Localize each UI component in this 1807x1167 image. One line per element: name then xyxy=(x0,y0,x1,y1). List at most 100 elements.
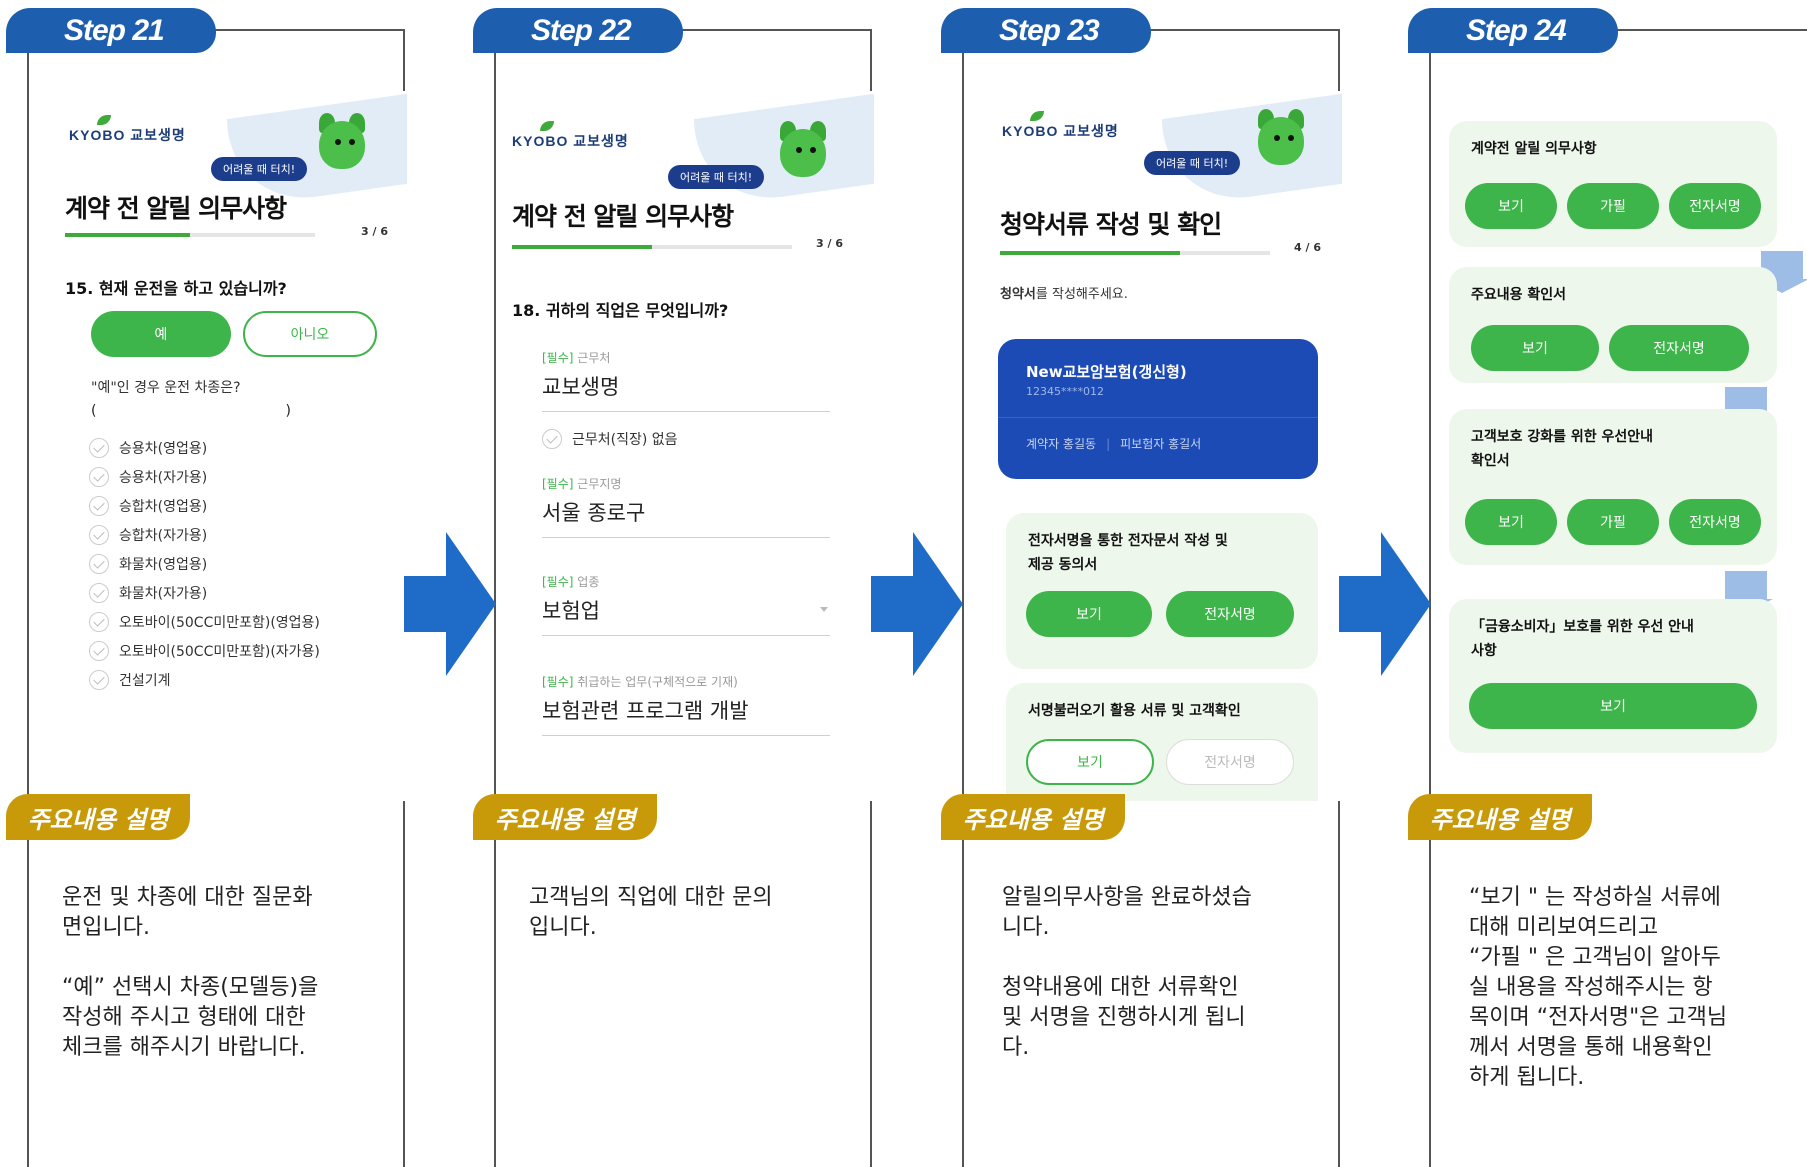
view-button[interactable]: 보기 xyxy=(1465,499,1557,545)
yes-button[interactable]: 예 xyxy=(91,311,231,357)
duty-input[interactable]: 보험관련 프로그램 개발 xyxy=(542,695,749,725)
help-touch-button[interactable]: 어려울 때 터치! xyxy=(668,165,765,189)
doc-card-3: 고객보호 강화를 위한 우선안내 확인서 보기 가필 전자서명 xyxy=(1449,409,1777,565)
field-label-industry: [필수] 업종 xyxy=(542,575,600,589)
card-title: 고객보호 강화를 위한 우선안내 확인서 xyxy=(1471,429,1654,469)
field-underline xyxy=(542,735,830,736)
page-title: 계약 전 알릴 의무사항 xyxy=(512,202,734,231)
option-motorcycle-private[interactable]: 오토바이(50CC미만포함)(자가용) xyxy=(89,641,320,661)
step23-description: 알릴의무사항을 완료하셨습 니다. 청약내용에 대한 서류확인 및 서명을 진행… xyxy=(1002,883,1302,1093)
e-sign-button[interactable]: 전자서명 xyxy=(1609,325,1749,371)
e-sign-button[interactable]: 전자서명 xyxy=(1166,591,1294,637)
step24-screen: 계약전 알릴 의무사항 보기 가필 전자서명 주요내용 확인서 보기 전자서명 … xyxy=(1431,91,1807,791)
option-truck-private[interactable]: 화물차(자가용) xyxy=(89,583,207,603)
contractor-info: 계약자 홍길동 | 피보험자 홍길서 xyxy=(1026,437,1202,451)
down-arrow-icon xyxy=(1719,571,1773,613)
step24-description: “보기 " 는 작성하실 서류에 대해 미리보여드리고 “가필 " 은 고객님이… xyxy=(1469,883,1789,1123)
step-panel-22: KYOBO 교보생명 어려울 때 터치! 계약 전 알릴 의무사항 3 / 6 … xyxy=(494,29,874,1167)
progress-bar xyxy=(65,233,315,237)
desc-tag-24: 주요내용 설명 xyxy=(1408,794,1592,840)
right-arrow-icon xyxy=(1339,532,1431,676)
check-circle-icon xyxy=(89,670,109,690)
help-touch-button[interactable]: 어려울 때 터치! xyxy=(1144,151,1241,175)
question-text: 15. 현재 운전을 하고 있습니까? xyxy=(65,279,287,298)
view-button[interactable]: 보기 xyxy=(1469,683,1757,729)
desc-tag-23: 주요내용 설명 xyxy=(941,794,1125,840)
step21-screen: KYOBO 교보생명 어려울 때 터치! 계약 전 알릴 의무사항 3 / 6 … xyxy=(29,91,407,801)
field-underline xyxy=(542,537,830,538)
step-panel-23: KYOBO 교보생명 어려울 때 터치! 청약서류 작성 및 확인 4 / 6 … xyxy=(962,29,1342,1167)
step-panel-21: KYOBO 교보생명 어려울 때 터치! 계약 전 알릴 의무사항 3 / 6 … xyxy=(27,29,407,1167)
option-sedan-commercial[interactable]: 승용차(영업용) xyxy=(89,438,207,458)
logo-text: KYOBO 교보생명 xyxy=(512,133,629,149)
bracket-close: ) xyxy=(285,403,291,419)
signature-load-card: 서명불러오기 활용 서류 및 고객확인 보기 전자서명 xyxy=(1006,683,1318,801)
option-van-commercial[interactable]: 승합차(영업용) xyxy=(89,496,207,516)
check-circle-icon xyxy=(542,429,562,449)
field-label-location: [필수] 근무지명 xyxy=(542,477,622,491)
desc-paragraph: “예” 선택시 차종(모델등)을 작성해 주시고 형태에 대한 체크를 해주시기… xyxy=(62,975,319,1060)
industry-select[interactable]: 보험업 xyxy=(542,595,600,625)
vehicle-model-input[interactable]: ( ) xyxy=(91,403,291,419)
view-button[interactable]: 보기 xyxy=(1471,325,1599,371)
card-title: 「금융소비자」보호를 위한 우선 안내 사항 xyxy=(1471,619,1694,659)
view-button[interactable]: 보기 xyxy=(1026,739,1154,785)
help-touch-button[interactable]: 어려울 때 터치! xyxy=(211,157,308,181)
desc-paragraph: “보기 " 는 작성하실 서류에 대해 미리보여드리고 “가필 " 은 고객님이… xyxy=(1469,885,1728,1090)
desc-tag-21: 주요내용 설명 xyxy=(6,794,190,840)
option-truck-commercial[interactable]: 화물차(영업용) xyxy=(89,554,207,574)
check-circle-icon xyxy=(89,554,109,574)
product-card[interactable]: New교보암보험(갱신형) 12345****012 계약자 홍길동 | 피보험자 … xyxy=(998,339,1318,479)
option-van-private[interactable]: 승합차(자가용) xyxy=(89,525,207,545)
check-circle-icon xyxy=(89,525,109,545)
check-circle-icon xyxy=(89,467,109,487)
sub-question: "예"인 경우 운전 차종은? xyxy=(91,380,241,396)
card-title: 주요내용 확인서 xyxy=(1471,287,1567,303)
page-title: 청약서류 작성 및 확인 xyxy=(1000,210,1222,239)
mascot-icon xyxy=(772,119,836,183)
check-circle-icon xyxy=(89,641,109,661)
field-underline xyxy=(542,411,830,412)
option-construction[interactable]: 건설기계 xyxy=(89,670,171,690)
progress-count: 4 / 6 xyxy=(1294,241,1321,254)
kyobo-logo: KYOBO 교보생명 xyxy=(1002,111,1119,141)
doc-card-4: 「금융소비자」보호를 위한 우선 안내 사항 보기 xyxy=(1449,599,1777,753)
mascot-icon xyxy=(311,111,375,175)
leaf-logo-icon xyxy=(540,121,554,131)
step21-description: 운전 및 차종에 대한 질문화 면입니다. “예” 선택시 차종(모델등)을 작… xyxy=(62,883,362,1093)
card-title: 서명불러오기 활용 서류 및 고객확인 xyxy=(1028,703,1241,719)
e-sign-button[interactable]: 전자서명 xyxy=(1669,183,1761,229)
progress-count: 3 / 6 xyxy=(816,237,843,250)
no-workplace-checkbox[interactable]: 근무처(직장) 없음 xyxy=(542,429,678,449)
policy-number: 12345****012 xyxy=(1026,385,1104,398)
location-input[interactable]: 서울 종로구 xyxy=(542,497,645,527)
page-title: 계약 전 알릴 의무사항 xyxy=(65,194,287,223)
no-button[interactable]: 아니오 xyxy=(243,311,377,357)
add-note-button[interactable]: 가필 xyxy=(1567,499,1659,545)
view-button[interactable]: 보기 xyxy=(1465,183,1557,229)
add-note-button[interactable]: 가필 xyxy=(1567,183,1659,229)
progress-bar xyxy=(512,245,792,249)
option-sedan-private[interactable]: 승용차(자가용) xyxy=(89,467,207,487)
leaf-logo-icon xyxy=(97,115,111,125)
desc-paragraph: 고객님의 직업에 대한 문의 입니다. xyxy=(529,885,773,940)
card-divider xyxy=(998,417,1318,418)
step22-screen: KYOBO 교보생명 어려울 때 터치! 계약 전 알릴 의무사항 3 / 6 … xyxy=(496,91,874,801)
field-label-workplace: [필수] 근무처 xyxy=(542,351,611,365)
progress-fill xyxy=(1000,251,1180,255)
e-sign-button-disabled[interactable]: 전자서명 xyxy=(1166,739,1294,785)
progress-fill xyxy=(512,245,652,249)
card-title: 계약전 알릴 의무사항 xyxy=(1471,141,1597,157)
option-motorcycle-commercial[interactable]: 오토바이(50CC미만포함)(영업용) xyxy=(89,612,320,632)
right-arrow-icon xyxy=(871,532,963,676)
workplace-input[interactable]: 교보생명 xyxy=(542,371,619,401)
check-circle-icon xyxy=(89,438,109,458)
desc-tag-22: 주요내용 설명 xyxy=(473,794,657,840)
card-title: 전자서명을 통한 전자문서 작성 및 제공 동의서 xyxy=(1028,533,1228,573)
e-sign-button[interactable]: 전자서명 xyxy=(1669,499,1761,545)
progress-fill xyxy=(65,233,190,237)
view-button[interactable]: 보기 xyxy=(1026,591,1152,637)
kyobo-logo: KYOBO 교보생명 xyxy=(512,121,629,151)
instruction-text: 청약서를 작성해주세요. xyxy=(1000,287,1128,302)
leaf-logo-icon xyxy=(1030,111,1044,121)
